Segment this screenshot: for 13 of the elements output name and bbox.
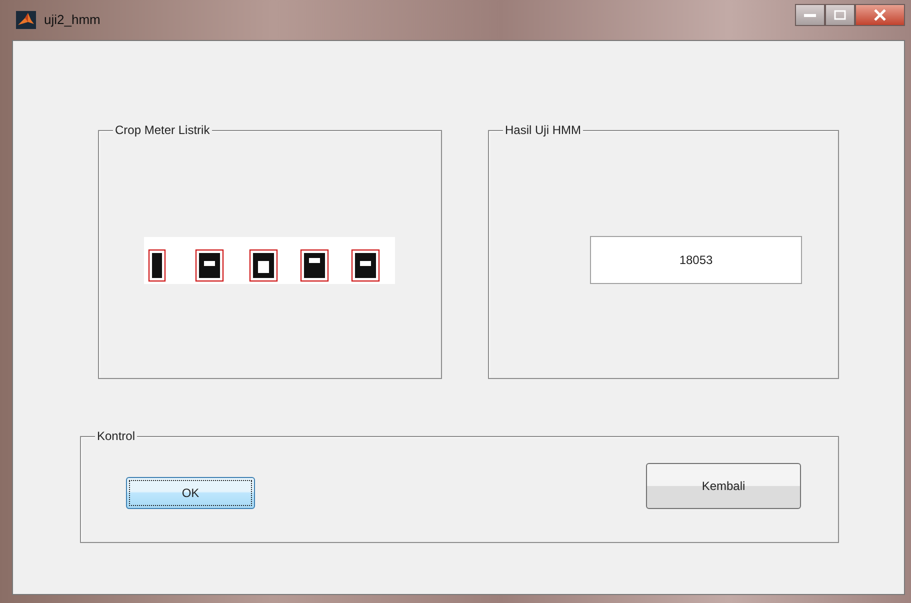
maximize-button[interactable] (825, 4, 855, 26)
panel-title: Hasil Uji HMM (503, 122, 583, 138)
minimize-icon (804, 13, 816, 17)
maximize-icon (834, 10, 846, 20)
panel-title: Crop Meter Listrik (113, 122, 212, 138)
window-title: uji2_hmm (44, 11, 100, 30)
close-button[interactable] (855, 4, 905, 26)
minimize-button[interactable] (795, 4, 825, 26)
ok-button[interactable]: OK (126, 477, 255, 509)
app-icon (16, 11, 36, 29)
close-icon (873, 9, 887, 21)
back-button[interactable]: Kembali (646, 463, 801, 509)
result-field: 18053 (590, 236, 802, 284)
